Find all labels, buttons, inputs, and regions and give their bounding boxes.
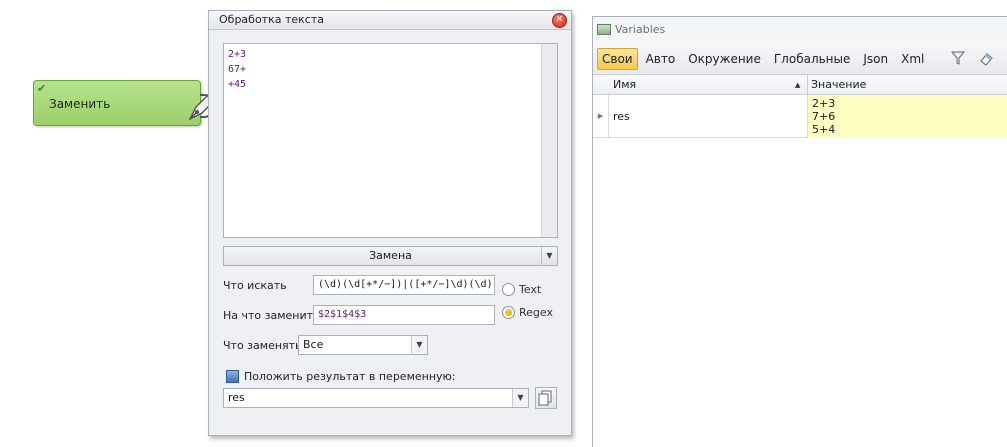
what-dropdown[interactable]: Все ▼ (298, 335, 428, 355)
copy-icon (538, 390, 552, 406)
radio-text-label: Text (519, 283, 542, 296)
column-divider (807, 75, 808, 95)
table-row[interactable]: ▶ res 2+3 7+6 5+4 (593, 95, 1007, 138)
row-value[interactable]: 2+3 7+6 5+4 (807, 95, 1007, 138)
column-name[interactable]: Имя (609, 75, 807, 95)
radio-regex-label: Regex (519, 306, 553, 319)
variables-toolbar: Свои Авто Окружение Глобальные Json Xml … (593, 43, 1007, 75)
result-checkbox[interactable] (226, 370, 239, 383)
input-text-area[interactable]: 2+3 67+ +45 (223, 43, 558, 238)
replace-input[interactable]: $2$1$4$3 (313, 305, 495, 325)
node-label: Заменить (49, 97, 111, 111)
what-label: Что заменять (223, 339, 302, 352)
what-dropdown-value: Все (303, 338, 324, 351)
variables-title: Variables (615, 23, 666, 36)
panel-title: Обработка текста (219, 13, 324, 26)
copy-button[interactable] (535, 387, 557, 409)
tab-environment[interactable]: Окружение (683, 48, 766, 70)
result-variable-dropdown[interactable]: res ▼ (223, 388, 529, 408)
radio-regex[interactable]: Regex (502, 306, 553, 319)
chevron-down-icon: ▼ (512, 389, 528, 407)
eraser-icon[interactable] (978, 50, 994, 68)
window-icon (597, 24, 611, 35)
row-expand-icon[interactable]: ▶ (593, 95, 609, 138)
input-line: 67+ (228, 64, 247, 75)
tab-xml[interactable]: Xml (896, 48, 929, 70)
radio-regex-circle (502, 306, 515, 319)
mode-select[interactable]: Замена ▼ (223, 246, 558, 266)
find-label: Что искать (223, 279, 287, 292)
result-checkbox-label: Положить результат в переменную: (244, 370, 456, 383)
tab-json[interactable]: Json (858, 48, 893, 70)
value-line: 5+4 (812, 123, 836, 136)
input-line: +45 (228, 79, 247, 90)
result-variable-value: res (228, 391, 245, 404)
close-button[interactable]: ✕ (552, 13, 567, 28)
value-line: 7+6 (812, 110, 836, 123)
variables-window: Variables Свои Авто Окружение Глобальные… (592, 16, 1007, 447)
replace-action-node[interactable]: ✔ Заменить (33, 80, 217, 126)
text-area-scrollbar[interactable] (541, 44, 557, 237)
chevron-down-icon: ▼ (411, 336, 427, 354)
variables-title-bar: Variables (593, 17, 1007, 43)
column-value[interactable]: Значение (807, 75, 1007, 95)
tab-auto[interactable]: Авто (641, 48, 681, 70)
panel-title-bar: Обработка текста ✕ (209, 11, 571, 30)
radio-text[interactable]: Text (502, 283, 541, 296)
input-line: 2+3 (228, 49, 247, 60)
sort-up-icon: ▲ (795, 81, 801, 89)
close-icon: ✕ (555, 14, 564, 25)
row-name: res (613, 110, 630, 123)
text-processing-panel: Обработка текста ✕ 2+3 67+ +45 Замена ▼ … (208, 10, 572, 436)
variables-grid-header: Имя ▲ Значение (593, 75, 1007, 95)
radio-text-circle (502, 283, 515, 296)
value-line: 2+3 (812, 97, 836, 110)
mode-select-value: Замена (369, 249, 412, 262)
result-checkbox-row[interactable]: Положить результат в переменную: (226, 370, 456, 383)
chevron-down-icon: ▼ (541, 247, 557, 265)
find-input[interactable]: (\d)(\d[+*/−])|([+*/−]\d)(\d) (313, 275, 495, 295)
replace-label: На что заменить (223, 309, 320, 322)
check-icon: ✔ (37, 82, 47, 95)
tab-own[interactable]: Свои (597, 47, 638, 70)
tab-global[interactable]: Глобальные (769, 48, 856, 70)
filter-icon[interactable] (950, 50, 966, 68)
